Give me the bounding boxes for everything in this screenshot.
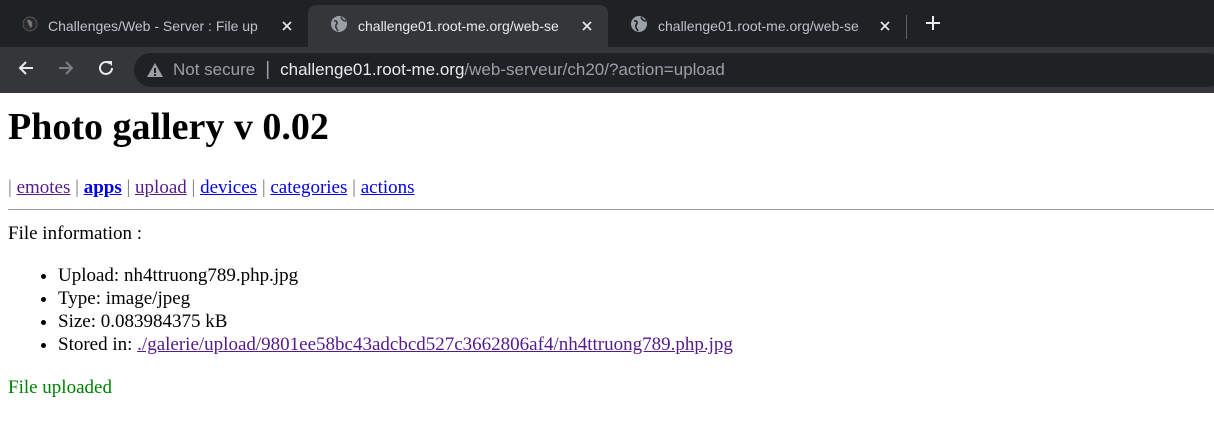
reload-icon — [97, 59, 115, 82]
nav-link-actions[interactable]: actions — [361, 177, 415, 198]
tab-title: challenge01.root-me.org/web-se — [658, 18, 859, 34]
address-separator: | — [265, 59, 271, 80]
nav-link-devices[interactable]: devices — [200, 177, 257, 198]
browser-toolbar: Not secure | challenge01.root-me.org /we… — [0, 47, 1214, 93]
nav-separator: | — [191, 177, 196, 198]
address-bar[interactable]: Not secure | challenge01.root-me.org /we… — [134, 53, 1214, 87]
back-button[interactable] — [12, 56, 40, 84]
page-content: Photo gallery v 0.02 | emotes | apps | u… — [0, 93, 1214, 422]
nav-link-upload[interactable]: upload — [135, 177, 187, 198]
close-tab-icon[interactable] — [578, 17, 596, 35]
page-title: Photo gallery v 0.02 — [8, 106, 329, 148]
rootme-favicon-icon — [22, 16, 38, 37]
file-info-list: Upload: nh4ttruong789.php.jpg Type: imag… — [0, 264, 733, 356]
list-item-type: Type: image/jpeg — [58, 287, 733, 310]
tab-challenge-upload[interactable]: challenge01.root-me.org/web-se — [308, 5, 608, 47]
tab-strip: Challenges/Web - Server : File up challe… — [0, 0, 1214, 47]
list-item-upload: Upload: nh4ttruong789.php.jpg — [58, 264, 733, 287]
globe-icon — [330, 15, 348, 38]
url-host: challenge01.root-me.org — [280, 60, 465, 79]
upload-status-message: File uploaded — [8, 377, 112, 398]
stored-label: Stored in: — [58, 334, 133, 355]
reload-button[interactable] — [92, 56, 120, 84]
nav-link-emotes[interactable]: emotes — [17, 177, 71, 198]
nav-separator: | — [352, 177, 356, 198]
globe-icon — [630, 15, 648, 38]
close-tab-icon[interactable] — [278, 17, 296, 35]
tab-challenge-other[interactable]: challenge01.root-me.org/web-se — [608, 5, 906, 47]
horizontal-divider — [8, 209, 1214, 210]
tab-rootme-challenge[interactable]: Challenges/Web - Server : File up — [0, 5, 308, 47]
tab-title: challenge01.root-me.org/web-se — [358, 18, 559, 34]
file-information-heading: File information : — [8, 223, 143, 244]
list-item-size: Size: 0.083984375 kB — [58, 310, 733, 333]
stored-file-link[interactable]: ./galerie/upload/9801ee58bc43adcbcd527c3… — [137, 334, 733, 355]
arrow-right-icon — [57, 59, 75, 82]
warning-triangle-icon[interactable] — [146, 61, 164, 79]
nav-separator: | — [261, 177, 266, 198]
gallery-nav: | emotes | apps | upload | devices | cat… — [8, 177, 415, 199]
nav-separator: | — [75, 177, 79, 198]
tab-divider — [906, 15, 907, 39]
new-tab-button[interactable] — [920, 12, 946, 38]
nav-separator: | — [8, 177, 12, 198]
close-tab-icon[interactable] — [876, 17, 894, 35]
arrow-left-icon — [17, 59, 35, 82]
nav-separator: | — [126, 177, 131, 198]
security-label[interactable]: Not secure — [173, 60, 255, 80]
url-path: /web-serveur/ch20/?action=upload — [464, 60, 725, 79]
plus-icon — [925, 15, 941, 36]
nav-link-apps[interactable]: apps — [84, 177, 122, 198]
nav-link-categories[interactable]: categories — [270, 177, 347, 198]
list-item-stored: Stored in: ./galerie/upload/9801ee58bc43… — [58, 333, 733, 356]
forward-button[interactable] — [52, 56, 80, 84]
tab-title: Challenges/Web - Server : File up — [48, 18, 258, 34]
